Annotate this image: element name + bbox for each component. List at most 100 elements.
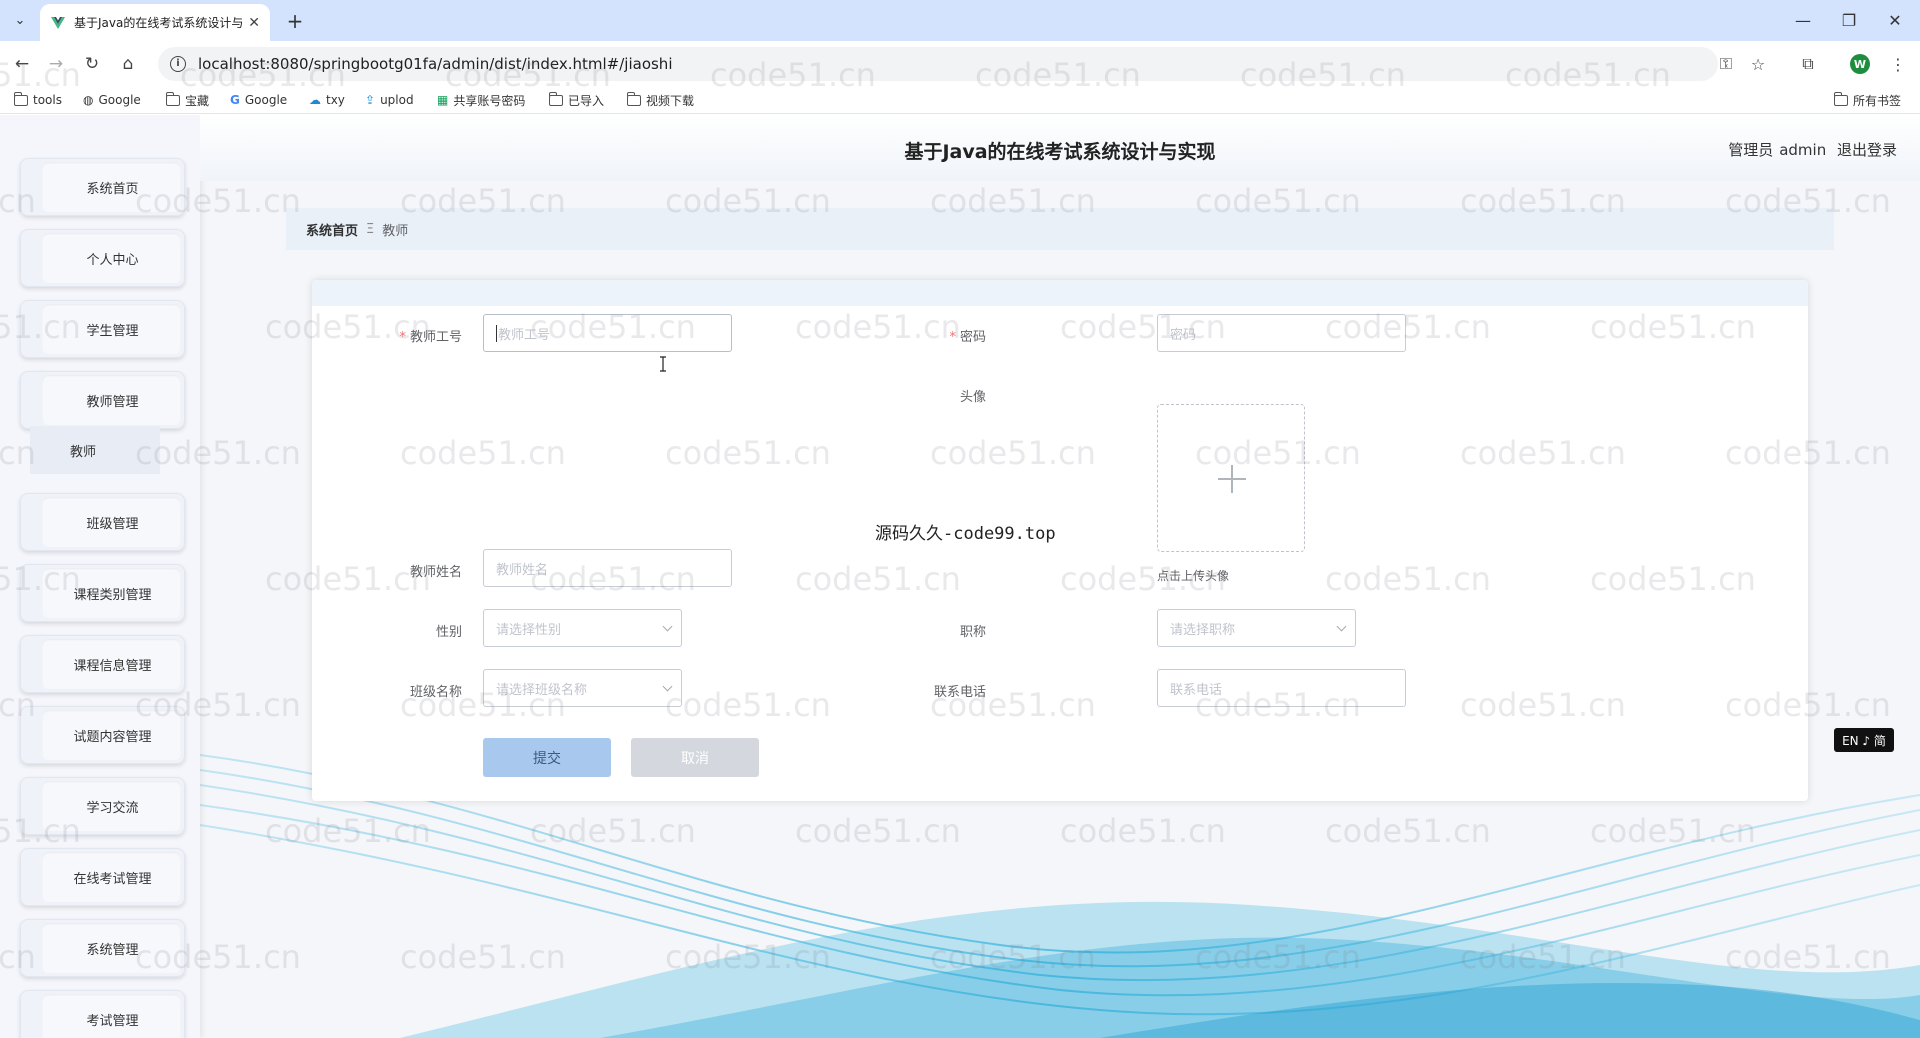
restore-button[interactable]: ❐: [1826, 0, 1872, 41]
sidebar-item-label: 个人中心: [86, 252, 139, 268]
gender-select[interactable]: 请选择性别: [483, 609, 682, 647]
bookmark-imported[interactable]: 已导入: [548, 91, 604, 109]
bookmark-google[interactable]: ◍ Google: [83, 91, 141, 109]
google-g-icon: G: [230, 93, 240, 107]
teacher-form-card: * 教师工号 教师工号 * 密码 密码 头像 点击上传头像 教师姓名 教师姓名 性别…: [312, 280, 1808, 801]
tab-search-chevron-icon[interactable]: ⌄: [8, 8, 32, 32]
bookmark-treasure[interactable]: 宝藏: [165, 91, 209, 109]
sidebar-item-label: 系统首页: [86, 181, 139, 197]
avatar-uploader[interactable]: [1157, 404, 1305, 552]
sidebar-item-label: 在线考试管理: [73, 871, 152, 887]
sidebar-item-course-categories[interactable]: 课程类别管理: [20, 564, 185, 622]
class-select[interactable]: 请选择班级名称: [483, 669, 682, 707]
tab-title: 基于Java的在线考试系统设计与: [74, 16, 243, 30]
phone-input[interactable]: 联系电话: [1157, 669, 1406, 707]
address-bar[interactable]: i localhost:8080/springbootg01fa/admin/d…: [158, 47, 1718, 81]
chevron-down-icon: [1336, 621, 1347, 631]
minimize-button[interactable]: —: [1780, 0, 1826, 41]
password-label: * 密码: [949, 330, 986, 345]
sidebar-item-system[interactable]: 系统管理: [20, 919, 185, 977]
bookmark-shared-accounts[interactable]: ▦ 共享账号密码: [437, 91, 525, 109]
teacher-name-input[interactable]: 教师姓名: [483, 549, 732, 587]
sidebar-item-course-info[interactable]: 课程信息管理: [20, 635, 185, 693]
user-role: 管理员: [1728, 141, 1774, 159]
sidebar-item-teachers[interactable]: 教师管理: [20, 371, 185, 429]
more-menu-icon[interactable]: ⋮: [1884, 50, 1912, 78]
back-arrow-icon[interactable]: ←: [8, 50, 36, 78]
password-input[interactable]: 密码: [1157, 314, 1406, 352]
sidebar-subitem-teacher[interactable]: 教师: [30, 426, 160, 474]
bookmark-tools[interactable]: tools: [13, 91, 62, 109]
sidebar-item-label: 试题内容管理: [73, 729, 152, 745]
sidebar-item-label: 教师管理: [86, 394, 139, 410]
avatar-label: 头像: [959, 390, 986, 405]
bookmarks-bar: tools ◍ Google 宝藏 G Google ☁ txy ⇪ uplod ▦ 共享…: [0, 86, 1920, 114]
cancel-button[interactable]: 取消: [631, 738, 759, 777]
reload-icon[interactable]: ↻: [78, 50, 106, 78]
sheet-icon: ▦: [437, 93, 449, 107]
url-text: localhost:8080/springbootg01fa/admin/dis…: [198, 55, 673, 73]
sidebar-item-label: 学生管理: [86, 323, 139, 339]
app-page: 系统首页 个人中心 学生管理 教师管理 教师 班级管理 课程类别管理 课程信息管…: [0, 115, 1920, 1038]
phone-label: 联系电话: [933, 685, 986, 700]
breadcrumb-current: 教师: [382, 223, 409, 239]
password-key-icon[interactable]: ⚿: [1712, 50, 1740, 78]
breadcrumb-home[interactable]: 系统首页: [306, 220, 358, 239]
sidebar-item-label: 学习交流: [86, 800, 139, 816]
sidebar-item-classes[interactable]: 班级管理: [20, 493, 185, 551]
home-icon[interactable]: ⌂: [114, 50, 142, 78]
browser-toolbar: ← → ↻ ⌂ i localhost:8080/springbootg01fa…: [0, 41, 1920, 86]
sidebar-item-forum[interactable]: 学习交流: [20, 777, 185, 835]
forward-arrow-icon[interactable]: →: [42, 50, 70, 78]
sidebar-item-questions[interactable]: 试题内容管理: [20, 706, 185, 764]
logout-link[interactable]: 退出登录: [1837, 141, 1897, 159]
bookmark-txy[interactable]: ☁ txy: [309, 91, 345, 109]
bookmark-uplod[interactable]: ⇪ uplod: [365, 91, 414, 109]
folder-icon: [1833, 91, 1848, 106]
profile-avatar[interactable]: W: [1850, 54, 1870, 74]
upload-tip: 点击上传头像: [1157, 569, 1230, 583]
sidebar: 系统首页 个人中心 学生管理 教师管理 教师 班级管理 课程类别管理 课程信息管…: [0, 115, 200, 1038]
folder-icon: [548, 91, 563, 106]
sidebar-item-exam-management[interactable]: 考试管理: [20, 990, 185, 1038]
submit-button[interactable]: 提交: [483, 738, 611, 777]
sidebar-item-home[interactable]: 系统首页: [20, 158, 185, 216]
bookmark-video-download[interactable]: 视频下载: [626, 91, 694, 109]
new-tab-button[interactable]: +: [282, 8, 308, 34]
title-label: 职称: [959, 625, 986, 640]
teacher-id-input[interactable]: 教师工号: [483, 314, 732, 352]
sidebar-item-label: 考试管理: [86, 1013, 139, 1029]
breadcrumb: 系统首页 Ξ 教师: [286, 208, 1834, 250]
vue-favicon-icon: [50, 15, 66, 31]
text-cursor-icon: [660, 356, 666, 372]
sidebar-item-students[interactable]: 学生管理: [20, 300, 185, 358]
globe-icon: ◍: [83, 93, 94, 107]
bookmark-google-2[interactable]: G Google: [230, 91, 287, 109]
title-select[interactable]: 请选择职称: [1157, 609, 1356, 647]
chevron-down-icon: [662, 681, 673, 691]
close-window-button[interactable]: ✕: [1872, 0, 1918, 41]
all-bookmarks[interactable]: 所有书签: [1833, 91, 1901, 109]
upload-icon: ⇪: [365, 93, 376, 107]
browser-tab-bar: ⌄ 基于Java的在线考试系统设计与 ✕ + — ❐ ✕: [0, 0, 1920, 41]
teacher-name-label: 教师姓名: [409, 565, 462, 580]
sidebar-item-label: 班级管理: [86, 516, 139, 532]
teacher-id-label: * 教师工号: [399, 330, 462, 345]
extensions-icon[interactable]: ⧉: [1794, 50, 1822, 78]
gender-label: 性别: [435, 625, 462, 640]
cloud-icon: ☁: [309, 93, 321, 107]
folder-icon: [165, 91, 180, 106]
tab-close-icon[interactable]: ✕: [248, 15, 260, 31]
sidebar-item-online-exams[interactable]: 在线考试管理: [20, 848, 185, 906]
sidebar-item-label: 系统管理: [86, 942, 139, 958]
page-title: 基于Java的在线考试系统设计与实现: [904, 141, 1216, 163]
source-watermark-text: 源码久久-code99.top: [875, 524, 1056, 544]
language-toggle[interactable]: EN ♪ 简: [1834, 728, 1894, 752]
bookmark-star-icon[interactable]: ☆: [1744, 50, 1772, 78]
folder-icon: [13, 91, 28, 106]
sidebar-item-label: 课程类别管理: [73, 587, 152, 603]
sidebar-item-label: 课程信息管理: [73, 658, 152, 674]
site-info-icon[interactable]: i: [170, 56, 186, 72]
browser-tab[interactable]: 基于Java的在线考试系统设计与 ✕: [40, 4, 270, 41]
sidebar-item-profile[interactable]: 个人中心: [20, 229, 185, 287]
